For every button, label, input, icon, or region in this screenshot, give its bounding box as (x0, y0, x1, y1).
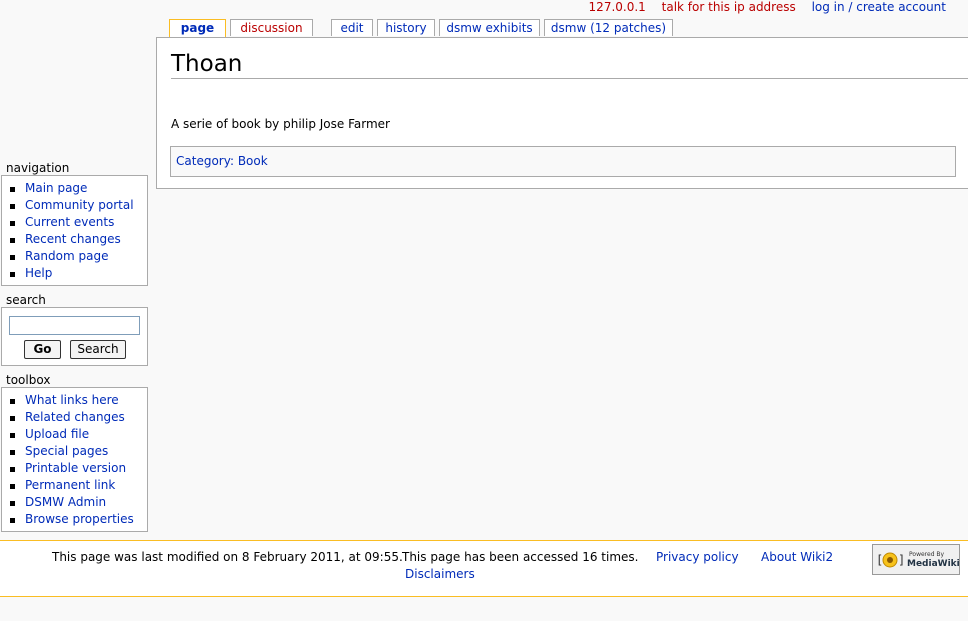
personal-tools: 127.0.0.1 talk for this ip address log i… (577, 0, 946, 14)
search-portlet: Go Search (1, 307, 148, 366)
nav-item-community-portal[interactable]: Community portal (8, 197, 147, 214)
nav-item-label[interactable]: Recent changes (25, 232, 121, 246)
tab-edit[interactable]: edit (331, 19, 373, 36)
category-separator: : (229, 154, 234, 168)
svg-text:]: ] (898, 553, 905, 567)
toolbox-portlet: What links here Related changes Upload f… (1, 387, 148, 532)
nav-item-main-page[interactable]: Main page (8, 180, 147, 197)
tab-discussion[interactable]: discussion (230, 19, 313, 36)
talk-link[interactable]: talk for this ip address (662, 0, 796, 14)
toolbox-item-label[interactable]: Related changes (25, 410, 125, 424)
toolbox-item-related-changes[interactable]: Related changes (8, 409, 147, 426)
nav-item-recent-changes[interactable]: Recent changes (8, 231, 147, 248)
powered-by-mediawiki-badge[interactable]: [ ] Powered By MediaWiki (872, 544, 960, 575)
view-count-text: This page has been accessed 16 times. (402, 550, 639, 564)
bullet-icon (10, 433, 15, 438)
toolbox-item-permanent-link[interactable]: Permanent link (8, 477, 147, 494)
toolbox-item-dsmw-admin[interactable]: DSMW Admin (8, 494, 147, 511)
navigation-heading: navigation (6, 161, 70, 175)
toolbox-item-browse-properties[interactable]: Browse properties (8, 511, 147, 528)
nav-item-label[interactable]: Community portal (25, 198, 134, 212)
search-heading: search (6, 293, 46, 307)
bullet-icon (10, 484, 15, 489)
about-link[interactable]: About Wiki2 (761, 550, 833, 564)
toolbox-item-printable-version[interactable]: Printable version (8, 460, 147, 477)
privacy-policy-link[interactable]: Privacy policy (656, 550, 739, 564)
bullet-icon (10, 450, 15, 455)
search-button[interactable]: Search (70, 340, 126, 359)
bullet-icon (10, 221, 15, 226)
tab-dsmw-patches[interactable]: dsmw (12 patches) (544, 19, 673, 36)
toolbox-heading: toolbox (6, 373, 51, 387)
bullet-icon (10, 501, 15, 506)
toolbox-item-special-pages[interactable]: Special pages (8, 443, 147, 460)
mediawiki-logo-icon: [ ] Powered By MediaWiki (873, 545, 960, 574)
bullet-icon (10, 518, 15, 523)
navigation-portlet: Main page Community portal Current event… (1, 175, 148, 286)
content-area: Thoan A serie of book by philip Jose Far… (156, 37, 968, 189)
svg-text:MediaWiki: MediaWiki (907, 559, 959, 569)
toolbox-item-label[interactable]: Upload file (25, 427, 89, 441)
tab-history[interactable]: history (377, 19, 435, 36)
tab-dsmw-exhibits[interactable]: dsmw exhibits (439, 19, 540, 36)
footer: This page was last modified on 8 Februar… (0, 540, 968, 597)
toolbox-item-label[interactable]: What links here (25, 393, 119, 407)
toolbox-item-what-links-here[interactable]: What links here (8, 392, 147, 409)
ip-link[interactable]: 127.0.0.1 (589, 0, 646, 14)
toolbox-item-label[interactable]: Permanent link (25, 478, 115, 492)
toolbox-item-label[interactable]: Special pages (25, 444, 108, 458)
bullet-icon (10, 238, 15, 243)
bullet-icon (10, 416, 15, 421)
body-text: A serie of book by philip Jose Farmer (171, 117, 390, 131)
nav-item-label[interactable]: Random page (25, 249, 108, 263)
bullet-icon (10, 399, 15, 404)
nav-item-random-page[interactable]: Random page (8, 248, 147, 265)
toolbox-item-label[interactable]: DSMW Admin (25, 495, 106, 509)
category-links: Category: Book (170, 146, 956, 177)
nav-item-label[interactable]: Help (25, 266, 52, 280)
page-title: Thoan (171, 50, 968, 79)
svg-text:Powered By: Powered By (909, 551, 945, 558)
toolbox-item-upload-file[interactable]: Upload file (8, 426, 147, 443)
nav-item-help[interactable]: Help (8, 265, 147, 282)
go-button[interactable]: Go (24, 340, 61, 359)
bullet-icon (10, 204, 15, 209)
search-input[interactable] (9, 316, 140, 335)
category-book-link[interactable]: Book (238, 154, 268, 168)
nav-item-label[interactable]: Current events (25, 215, 114, 229)
toolbox-item-label[interactable]: Browse properties (25, 512, 134, 526)
bullet-icon (10, 272, 15, 277)
toolbox-item-label[interactable]: Printable version (25, 461, 126, 475)
nav-item-label[interactable]: Main page (25, 181, 87, 195)
last-modified-text: This page was last modified on 8 Februar… (52, 550, 403, 564)
nav-item-current-events[interactable]: Current events (8, 214, 147, 231)
login-link[interactable]: log in / create account (812, 0, 946, 14)
svg-text:[: [ (876, 553, 883, 567)
bullet-icon (10, 467, 15, 472)
bullet-icon (10, 187, 15, 192)
disclaimers-link[interactable]: Disclaimers (405, 567, 475, 581)
category-label-link[interactable]: Category (176, 154, 230, 168)
bullet-icon (10, 255, 15, 260)
tab-page[interactable]: page (169, 19, 226, 37)
